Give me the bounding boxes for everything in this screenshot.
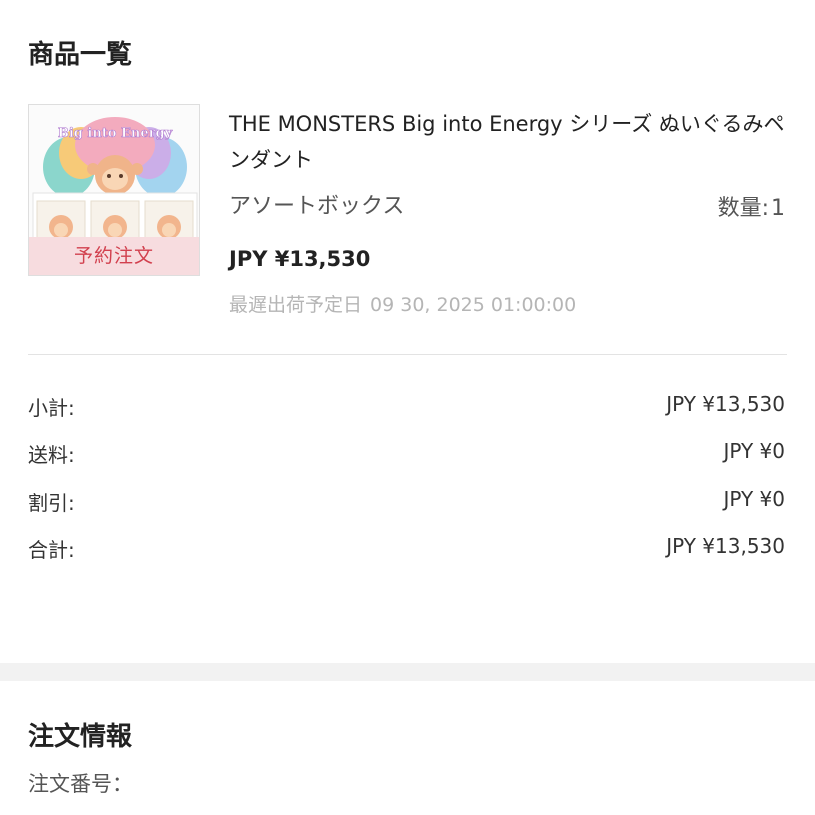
product-price: JPY ¥13,530 [229,247,371,271]
subtotal-label: 小計: [28,396,75,420]
discount-value: JPY ¥0 [723,487,785,511]
order-number-label: 注文番号： [28,772,133,796]
divider [28,354,787,355]
discount-label: 割引: [28,491,75,515]
total-row: 合計: JPY ¥13,530 [28,534,785,564]
section-separator [0,663,815,681]
shipping-value: JPY ¥0 [723,439,785,463]
total-label: 合計: [28,538,75,562]
product-variant: アソートボックス [229,194,405,219]
total-value: JPY ¥13,530 [666,534,785,558]
quantity-value: 1 [771,196,785,221]
ship-date-label: 最遅出荷予定日 [229,294,363,316]
discount-row: 割引: JPY ¥0 [28,487,785,517]
ship-date: 最遅出荷予定日 09 30, 2025 01:00:00 [229,290,576,317]
product-name[interactable]: THE MONSTERS Big into Energy シリーズ ぬいぐるみペ… [229,106,789,178]
quantity: 数量:1 [718,190,785,222]
shipping-row: 送料: JPY ¥0 [28,439,785,469]
subtotal-row: 小計: JPY ¥13,530 [28,392,785,422]
product-image[interactable]: Big into Energy 予約注文 [28,104,200,276]
quantity-label: 数量: [717,196,769,221]
items-section-title: 商品一覧 [28,40,133,70]
order-info-title: 注文情報 [28,722,133,752]
ship-date-value: 09 30, 2025 01:00:00 [370,294,577,316]
shipping-label: 送料: [28,443,75,467]
preorder-badge: 予約注文 [29,237,199,275]
box-logo-text: Big into Energy [58,126,173,141]
subtotal-value: JPY ¥13,530 [666,392,785,416]
